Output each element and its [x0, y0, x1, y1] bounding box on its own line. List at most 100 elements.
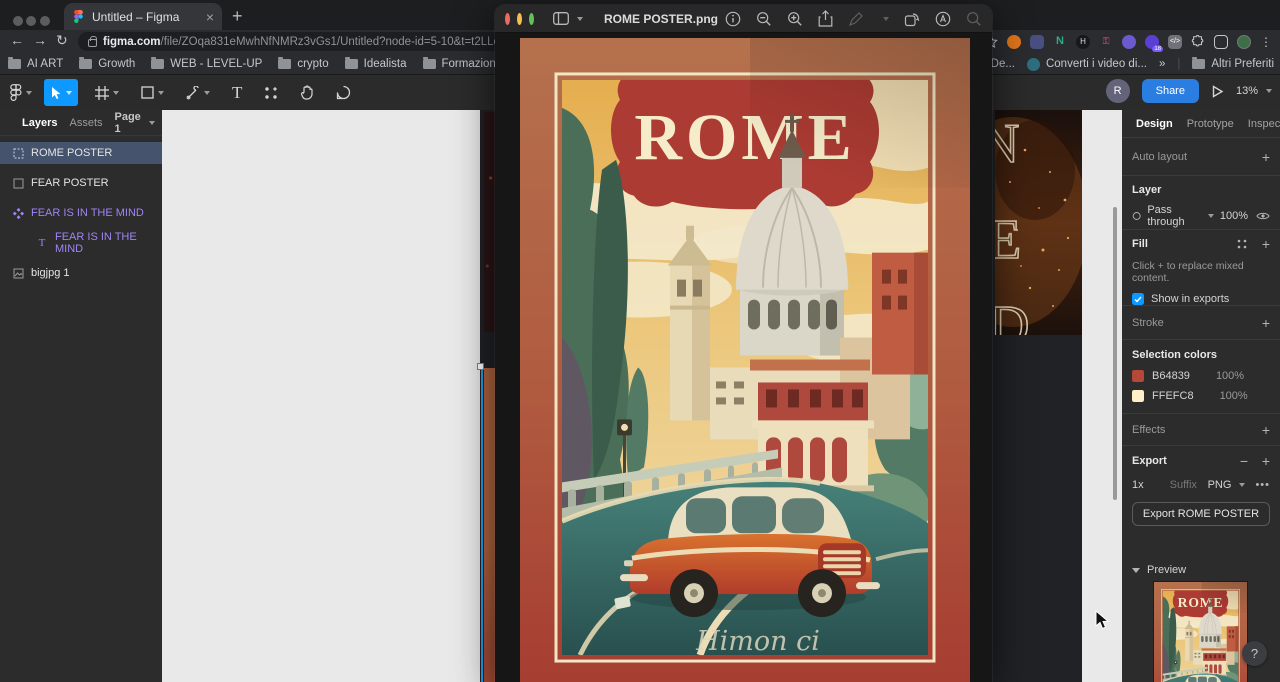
share-button[interactable]: Share	[1142, 79, 1199, 103]
fear-poster-left-edge[interactable]	[484, 112, 495, 332]
add-fill-icon[interactable]: +	[1262, 236, 1270, 252]
frame-tool[interactable]	[84, 75, 130, 110]
remove-export-icon[interactable]: −	[1240, 453, 1248, 469]
page-selector[interactable]: Page 1	[115, 111, 155, 135]
bookmark-web-level-up[interactable]: WEB - LEVEL-UP	[151, 58, 262, 70]
add-export-icon[interactable]: +	[1262, 453, 1270, 469]
maximize-window-button[interactable]	[529, 13, 534, 25]
export-options-icon[interactable]: •••	[1255, 479, 1270, 491]
new-tab-button[interactable]: +	[232, 6, 243, 27]
user-avatar[interactable]: R	[1106, 79, 1130, 103]
show-in-exports-row[interactable]: Show in exports	[1132, 293, 1270, 305]
chevron-down-icon	[204, 91, 210, 95]
comment-tool[interactable]	[325, 75, 362, 110]
blend-mode-icon[interactable]	[1132, 210, 1141, 222]
selection-color-row[interactable]: B64839 100%	[1132, 370, 1270, 382]
tab-prototype[interactable]: Prototype	[1187, 118, 1234, 130]
fill-styles-icon[interactable]	[1236, 238, 1248, 250]
preview-disclosure[interactable]: Preview	[1132, 564, 1270, 576]
zoom-in-icon[interactable]	[787, 11, 803, 27]
sidepanel-icon[interactable]	[1214, 35, 1228, 49]
back-icon[interactable]: ←	[10, 32, 24, 48]
shape-tool[interactable]	[130, 75, 175, 110]
key-extension-icon[interactable]: ⚿	[1099, 35, 1113, 49]
color-swatch[interactable]	[1132, 370, 1144, 382]
rome-poster-frame-edge[interactable]	[484, 368, 495, 682]
text-tool[interactable]: T	[221, 75, 253, 110]
layer-row-fear-component[interactable]: FEAR IS IN THE MIND	[0, 202, 162, 224]
folder-icon	[1192, 59, 1205, 69]
n-extension-icon[interactable]: N	[1053, 35, 1067, 49]
zoom-menu[interactable]: 13%	[1236, 85, 1272, 97]
forward-icon[interactable]: →	[33, 32, 47, 48]
wallet-extension-icon[interactable]	[1030, 35, 1044, 49]
reload-icon[interactable]: ↻	[56, 32, 68, 49]
rotate-icon[interactable]	[904, 11, 920, 27]
tab-layers[interactable]: Layers	[22, 117, 57, 129]
markup-toolbar-icon[interactable]	[935, 11, 951, 27]
tab-inspect[interactable]: Inspect	[1248, 118, 1280, 130]
tab-close-icon[interactable]: ×	[206, 10, 214, 24]
checkbox-checked-icon[interactable]	[1132, 293, 1144, 305]
tab-assets[interactable]: Assets	[69, 117, 102, 129]
export-format-select[interactable]: PNG	[1208, 479, 1232, 491]
export-rome-poster-button[interactable]: Export ROME POSTER	[1132, 502, 1270, 526]
preview-titlebar[interactable]: ROME POSTER.png	[495, 5, 992, 33]
window-minimize-button[interactable]	[26, 16, 36, 26]
share-icon[interactable]	[818, 10, 833, 27]
canvas-frame-bigjpg[interactable]	[162, 110, 480, 682]
selection-color-row[interactable]: FFEFC8 100%	[1132, 390, 1270, 402]
present-icon[interactable]	[1211, 85, 1224, 98]
help-button[interactable]: ?	[1242, 641, 1267, 666]
add-auto-layout-icon[interactable]: +	[1262, 149, 1270, 165]
resources-tool[interactable]	[253, 75, 289, 110]
export-suffix-input[interactable]: Suffix	[1170, 479, 1197, 491]
layer-row-bigjpg[interactable]: bigjpg 1	[0, 262, 162, 284]
bookmark-converti-video[interactable]: Converti i video di...	[1027, 58, 1147, 71]
h-extension-icon[interactable]: H	[1076, 35, 1090, 49]
profile-avatar[interactable]	[1237, 35, 1251, 49]
bookmark-formazione[interactable]: Formazione	[423, 58, 503, 70]
add-stroke-icon[interactable]: +	[1262, 315, 1270, 331]
minimize-window-button[interactable]	[517, 13, 522, 25]
selection-handle[interactable]	[477, 363, 484, 370]
blend-mode-select[interactable]: Pass through	[1147, 204, 1198, 228]
preview-window[interactable]: ROME POSTER.png	[495, 5, 992, 682]
export-scale-select[interactable]: 1x	[1132, 479, 1144, 491]
pen-tool[interactable]	[175, 75, 221, 110]
color-swatch[interactable]	[1132, 390, 1144, 402]
code-extension-icon[interactable]: </>	[1168, 35, 1182, 49]
badge-extension-icon[interactable]: 18	[1145, 35, 1159, 49]
fear-poster-partial[interactable]	[995, 110, 1082, 335]
bookmark-altri-preferiti[interactable]: Altri Preferiti	[1192, 58, 1274, 70]
extensions-puzzle-icon[interactable]	[1191, 35, 1205, 49]
bookmark-crypto[interactable]: crypto	[278, 58, 328, 70]
add-effect-icon[interactable]: +	[1262, 422, 1270, 438]
bookmark-ai-art[interactable]: AI ART	[8, 58, 63, 70]
sidebar-toggle[interactable]	[553, 12, 583, 25]
bookmark-growth[interactable]: Growth	[79, 58, 135, 70]
hand-tool[interactable]	[289, 75, 325, 110]
window-zoom-button[interactable]	[40, 16, 50, 26]
selection-outline	[481, 366, 483, 682]
close-window-button[interactable]	[505, 13, 510, 25]
layer-row-fear-poster[interactable]: FEAR POSTER	[0, 172, 162, 194]
figma-main-menu[interactable]	[0, 75, 36, 110]
window-close-button[interactable]	[13, 16, 23, 26]
browser-tab[interactable]: Untitled – Figma ×	[64, 3, 222, 30]
browser-menu-icon[interactable]: ⋮	[1260, 35, 1272, 49]
tab-design[interactable]: Design	[1136, 118, 1173, 130]
canvas-scrollbar[interactable]	[1113, 207, 1117, 500]
layer-opacity-input[interactable]: 100%	[1220, 210, 1248, 222]
info-icon[interactable]	[725, 11, 741, 27]
metamask-extension-icon[interactable]	[1007, 35, 1021, 49]
visibility-eye-icon[interactable]	[1256, 211, 1270, 221]
design-panel: Design Prototype Inspect Auto layout + L…	[1122, 110, 1280, 682]
layer-row-rome-poster[interactable]: ROME POSTER	[0, 142, 162, 164]
bookmark-idealista[interactable]: Idealista	[345, 58, 407, 70]
move-tool[interactable]	[44, 79, 78, 106]
zoom-out-icon[interactable]	[756, 11, 772, 27]
layer-row-fear-text[interactable]: T FEAR IS IN THE MIND	[0, 232, 162, 254]
cloud-extension-icon[interactable]	[1122, 35, 1136, 49]
bookmarks-overflow-icon[interactable]: »	[1159, 58, 1165, 70]
